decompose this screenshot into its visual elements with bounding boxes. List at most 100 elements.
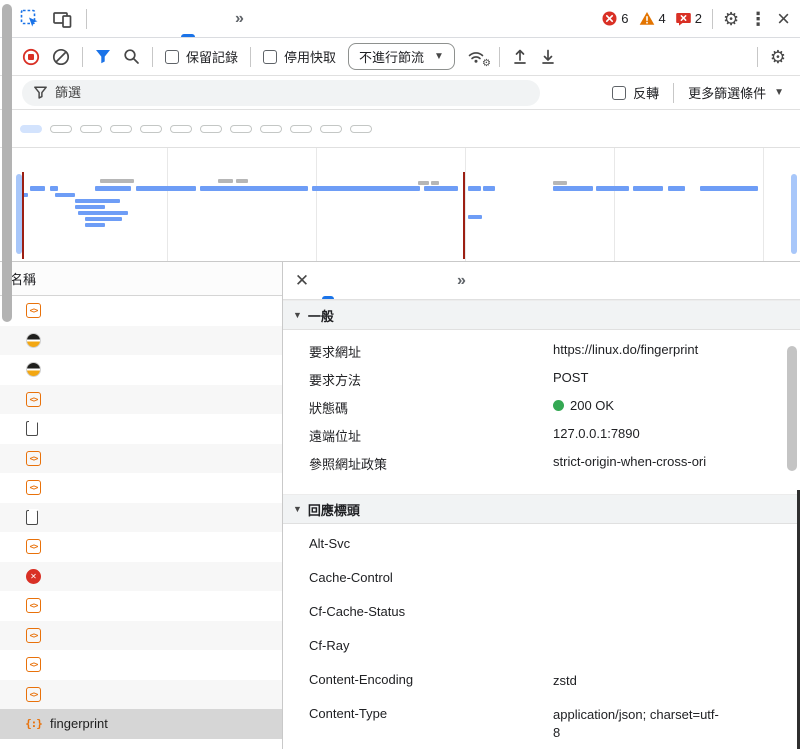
resource-chip[interactable] [140, 125, 162, 133]
panel-tab[interactable] [175, 0, 201, 37]
request-details-panel: ✕ » ▼ 一般 要求網址 https://linux.do/fingerpri… [283, 262, 800, 749]
request-row[interactable] [0, 355, 282, 385]
header-value: application/json; charset=utf-8 [553, 706, 723, 741]
response-headers-section-header[interactable]: ▼ 回應標頭 [283, 494, 800, 524]
html-icon [26, 628, 41, 643]
details-tab[interactable] [317, 262, 339, 299]
filter-input[interactable] [55, 85, 528, 100]
resource-chip[interactable] [20, 125, 42, 133]
request-row[interactable] [0, 385, 282, 415]
filter-funnel-icon[interactable] [95, 49, 111, 64]
issues-count-badge[interactable]: 2 [676, 11, 702, 26]
waterfall-bar [553, 181, 567, 185]
export-har-icon[interactable] [540, 48, 556, 65]
waterfall-bar [75, 199, 120, 203]
resource-chip[interactable] [260, 125, 282, 133]
resource-chip[interactable] [170, 125, 192, 133]
overview-drag-handle[interactable] [16, 174, 22, 254]
details-tab[interactable] [361, 262, 383, 299]
resource-chip[interactable] [110, 125, 132, 133]
device-toolbar-button[interactable] [46, 5, 78, 33]
header-name: 要求網址 [309, 342, 553, 361]
header-value: strict-origin-when-cross-ori [553, 454, 706, 469]
waterfall-bar [312, 186, 420, 191]
network-overview-timeline[interactable] [0, 148, 800, 262]
resource-chip[interactable] [290, 125, 312, 133]
panel-tab[interactable] [201, 0, 227, 37]
resource-chip[interactable] [50, 125, 72, 133]
network-conditions-icon[interactable]: ⚙ [467, 49, 487, 65]
details-tab[interactable] [405, 262, 427, 299]
page-scrollbar-thumb[interactable] [2, 4, 12, 322]
panel-tab[interactable] [97, 0, 123, 37]
clear-network-log-icon[interactable] [52, 48, 70, 66]
resource-chip[interactable] [200, 125, 222, 133]
header-name: Cf-Ray [309, 638, 553, 653]
request-row[interactable] [0, 621, 282, 651]
request-row[interactable] [0, 562, 282, 592]
doc-icon [26, 510, 38, 525]
request-row[interactable] [0, 444, 282, 474]
preserve-log-toggle[interactable]: 保留記錄 [165, 47, 238, 66]
settings-gear-icon[interactable]: ⚙ [723, 10, 739, 28]
waterfall-bar [200, 186, 308, 191]
record-network-log-icon[interactable] [22, 48, 40, 66]
resource-chip[interactable] [320, 125, 342, 133]
details-scrollbar-thumb[interactable] [787, 346, 797, 471]
waterfall-bar [100, 179, 134, 183]
close-devtools-icon[interactable]: × [777, 8, 790, 30]
kebab-menu-icon[interactable]: ⋮ [749, 10, 767, 28]
panel-tab[interactable] [123, 0, 149, 37]
close-details-icon[interactable]: ✕ [287, 267, 317, 295]
filter-input-box[interactable] [22, 80, 540, 106]
more-filters-caret-icon: ▼ [774, 87, 784, 98]
header-name: Alt-Svc [309, 536, 553, 551]
details-tab[interactable] [383, 262, 405, 299]
request-row[interactable] [0, 414, 282, 444]
error-count-badge[interactable]: 6 [602, 11, 628, 26]
request-row[interactable] [0, 591, 282, 621]
error-badge-icon [602, 11, 617, 26]
request-row[interactable]: fingerprint [0, 709, 282, 739]
error-count: 6 [621, 11, 628, 26]
request-row[interactable] [0, 296, 282, 326]
throttling-dropdown[interactable]: 不進行節流 ▼ [348, 43, 455, 70]
request-row[interactable] [0, 503, 282, 533]
invert-filter-toggle[interactable]: 反轉 [612, 83, 659, 102]
request-row[interactable] [0, 650, 282, 680]
header-row: Cf-Cache-Status [283, 604, 800, 638]
resource-chip[interactable] [80, 125, 102, 133]
disable-cache-toggle[interactable]: 停用快取 [263, 47, 336, 66]
more-panels-icon[interactable]: » [227, 10, 252, 28]
request-row[interactable] [0, 680, 282, 710]
name-column-header[interactable]: 名稱 [0, 262, 282, 296]
panel-tabs [97, 0, 227, 37]
details-tab[interactable] [339, 262, 361, 299]
header-row: Cf-Ray [283, 638, 800, 672]
import-har-icon[interactable] [512, 48, 528, 65]
separator [673, 83, 674, 103]
panel-tab[interactable] [149, 0, 175, 37]
general-section-header[interactable]: ▼ 一般 [283, 300, 800, 330]
header-row: Content-Encoding zstd [283, 672, 800, 706]
warning-count-badge[interactable]: 4 [639, 11, 666, 26]
request-row[interactable] [0, 473, 282, 503]
resource-chip[interactable] [350, 125, 372, 133]
network-settings-gear-icon[interactable]: ⚙ [770, 48, 786, 66]
overview-drag-handle[interactable] [791, 174, 797, 254]
request-row[interactable] [0, 532, 282, 562]
details-tab[interactable] [427, 262, 449, 299]
separator [86, 9, 87, 29]
search-icon[interactable] [123, 48, 140, 65]
more-filters-dropdown[interactable]: 更多篩選條件 ▼ [688, 83, 784, 102]
header-name: 狀態碼 [309, 398, 553, 417]
header-value: https://linux.do/fingerprint [553, 342, 698, 357]
inspect-element-button[interactable] [14, 5, 46, 33]
request-row[interactable] [0, 326, 282, 356]
status-dot [553, 400, 564, 411]
resource-chip[interactable] [230, 125, 252, 133]
header-row: Cache-Control [283, 570, 800, 604]
header-name: 要求方法 [309, 370, 553, 389]
waterfall-bar [30, 186, 45, 191]
more-details-tabs-icon[interactable]: » [449, 272, 474, 290]
